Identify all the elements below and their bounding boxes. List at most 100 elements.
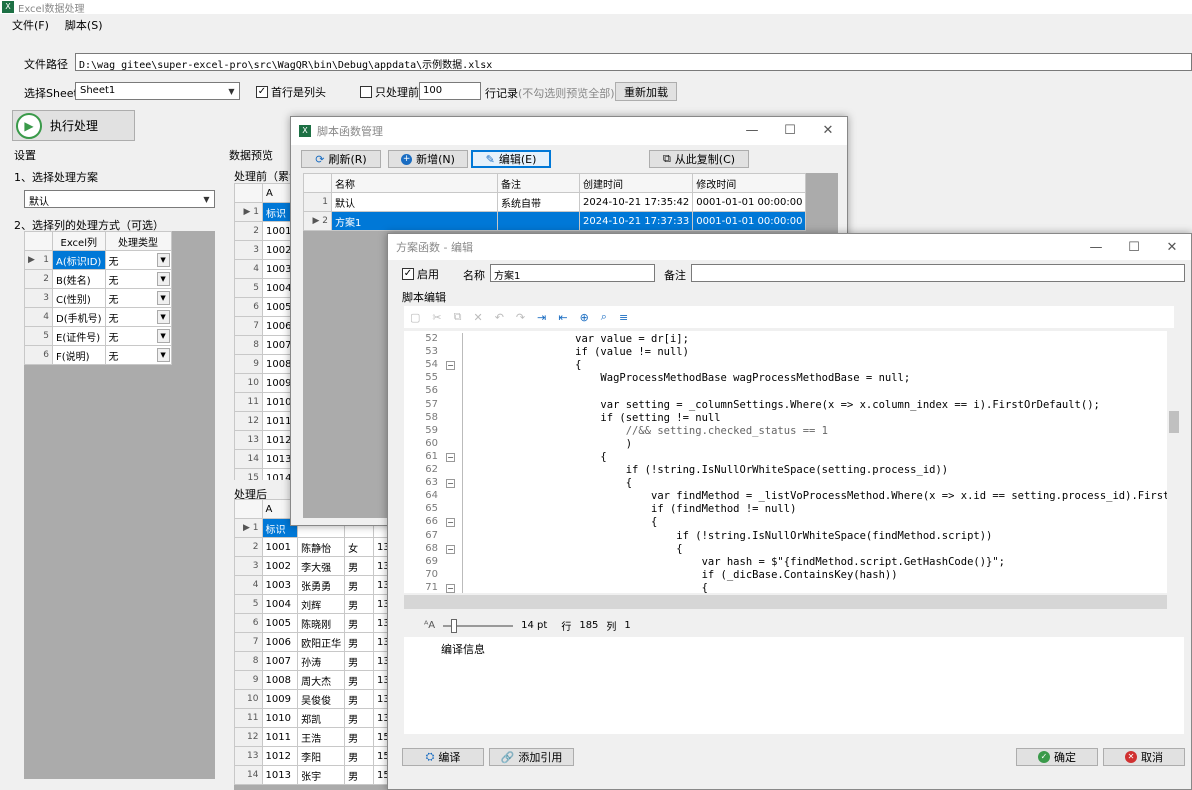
table-row[interactable]: 14 1013 [234,449,299,469]
table-row[interactable]: 15 1014 [234,468,299,480]
find-icon[interactable]: ⌕ [601,310,607,324]
table-row[interactable]: 5 1004 [234,278,299,298]
table-row[interactable]: 5 E(证件号) 无 ▼ [24,326,172,346]
run-button[interactable]: ▶ 执行处理 [12,110,135,141]
close-icon[interactable]: ✕ [809,117,847,145]
limit-stepper[interactable]: 100 [419,82,481,100]
fold-toggle-icon[interactable]: − [446,452,455,462]
menu-file[interactable]: 文件(F) [12,17,49,33]
reload-button[interactable]: 重新加载 [615,82,677,101]
name-input[interactable]: 方案1 [490,264,655,282]
table-row[interactable]: ▶ 1 标识 [234,202,299,222]
outdent-icon[interactable]: ⇤ [558,311,567,324]
col-value: 1 [624,620,631,631]
table-row[interactable]: 6 1005 陈晓刚男 13 [234,613,394,633]
scheme-select[interactable]: 默认 ▼ [24,190,215,208]
redo-icon[interactable]: ↷ [516,311,525,324]
cut-icon[interactable]: ✂ [432,311,441,324]
new-icon[interactable]: ▢ [410,311,420,324]
edit-button[interactable]: ✎ 编辑(E) [471,150,551,168]
table-row[interactable]: 13 1012 [234,430,299,450]
fold-toggle-icon[interactable]: − [446,518,455,528]
excel-column-cell[interactable]: D(手机号) [52,307,106,327]
minimize-icon[interactable]: — [733,117,771,145]
minimize-icon[interactable]: — [1077,234,1115,262]
check-icon: ✓ [402,268,414,280]
table-row[interactable]: 11 1010 [234,392,299,412]
enable-checkbox[interactable]: ✓ 启用 [402,266,439,282]
table-row[interactable]: 2 1001 陈静怡女 13 [234,537,394,557]
refresh-button[interactable]: ⟳ 刷新(R) [301,150,381,168]
table-row[interactable]: 5 1004 刘辉男 13 [234,594,394,614]
process-type-select[interactable]: 无 ▼ [104,326,172,346]
table-row[interactable]: 14 1013 张宇男 15 [234,765,394,785]
process-type-select[interactable]: 无 ▼ [104,250,172,270]
table-row[interactable]: 3 1002 李大强男 13 [234,556,394,576]
cancel-button[interactable]: ✕ 取消 [1103,748,1185,766]
fold-toggle-icon[interactable]: − [446,544,455,554]
header-row-checkbox[interactable]: ✓ 首行是列头 [256,84,326,100]
excel-column-cell[interactable]: E(证件号) [52,326,106,346]
excel-column-cell[interactable]: B(姓名) [52,269,106,289]
table-row[interactable]: 4 1003 [234,259,299,279]
copy-icon[interactable]: ⧉ [454,310,462,324]
file-path-input[interactable]: D:\wag_gitee\super-excel-pro\src\WagQR\b… [75,53,1192,71]
table-row[interactable]: 8 1007 [234,335,299,355]
sheet-select[interactable]: Sheet1 ▼ [75,82,240,100]
table-row[interactable]: 11 1010 郑凯男 13 [234,708,394,728]
table-row[interactable]: 6 F(说明) 无 ▼ [24,345,172,365]
compile-button[interactable]: ⛭ 编译 [402,748,484,766]
scroll-thumb[interactable] [1169,411,1179,433]
indent-icon[interactable]: ⇥ [537,311,546,324]
zoom-slider[interactable] [443,618,514,633]
undo-icon[interactable]: ↶ [495,311,504,324]
delete-icon[interactable]: ✕ [473,311,482,324]
table-row[interactable]: 1 默认 系统自带 2024-10-21 17:35:42 0001-01-01 00:… [303,192,807,212]
line-number: 70 [425,568,438,580]
close-icon[interactable]: ✕ [1153,234,1191,262]
copy-from-button[interactable]: ⧉ 从此复制(C) [649,150,749,168]
table-row[interactable]: 13 1012 李阳男 15 [234,746,394,766]
vertical-scrollbar[interactable] [1167,331,1181,593]
table-row[interactable]: 6 1005 [234,297,299,317]
table-row[interactable]: 7 1006 [234,316,299,336]
process-type-select[interactable]: 无 ▼ [104,269,172,289]
menu-script[interactable]: 脚本(S) [65,17,103,33]
table-row[interactable]: 10 1009 吴俊俊男 13 [234,689,394,709]
table-row[interactable]: 8 1007 孙涛男 13 [234,651,394,671]
table-row[interactable]: ▶ 2 方案1 2024-10-21 17:37:33 0001-01-01 00:0… [303,211,807,231]
table-row[interactable]: 4 D(手机号) 无 ▼ [24,307,172,327]
process-type-select[interactable]: 无 ▼ [104,288,172,308]
note-input[interactable] [691,264,1185,282]
table-row[interactable]: 4 1003 张勇勇男 13 [234,575,394,595]
code-editor[interactable]: 52 var value = dr[i]; 53 if (value != nul… [404,331,1167,593]
table-row[interactable]: 10 1009 [234,373,299,393]
limit-checkbox[interactable]: 只处理前 [360,84,419,100]
table-row[interactable]: 9 1008 周大杰男 13 [234,670,394,690]
process-type-select[interactable]: 无 ▼ [104,307,172,327]
table-row[interactable]: 2 1001 [234,221,299,241]
excel-column-cell[interactable]: F(说明) [52,345,106,365]
fold-toggle-icon[interactable]: − [446,479,455,489]
table-row[interactable]: 3 C(性别) 无 ▼ [24,288,172,308]
horizontal-scrollbar[interactable] [404,595,1167,609]
process-type-select[interactable]: 无 ▼ [104,345,172,365]
maximize-icon[interactable]: ☐ [1115,234,1153,262]
add-button[interactable]: + 新增(N) [388,150,468,168]
table-row[interactable]: 12 1011 [234,411,299,431]
table-row[interactable]: 9 1008 [234,354,299,374]
table-row[interactable]: 2 B(姓名) 无 ▼ [24,269,172,289]
format-icon[interactable]: ⊕ [580,311,589,324]
maximize-icon[interactable]: ☐ [771,117,809,145]
fold-toggle-icon[interactable]: − [446,361,455,371]
align-icon[interactable]: ≡ [619,311,628,324]
fold-toggle-icon[interactable]: − [446,583,455,593]
ok-button[interactable]: ✓ 确定 [1016,748,1098,766]
add-reference-button[interactable]: 🔗 添加引用 [489,748,574,766]
table-row[interactable]: 12 1011 王浩男 15 [234,727,394,747]
table-row[interactable]: 3 1002 [234,240,299,260]
excel-column-cell[interactable]: C(性别) [52,288,106,308]
table-row[interactable]: 7 1006 欧阳正华男 13 [234,632,394,652]
excel-column-cell[interactable]: A(标识ID) [52,250,106,270]
table-row[interactable]: ▶ 1 A(标识ID) 无 ▼ [24,250,172,270]
